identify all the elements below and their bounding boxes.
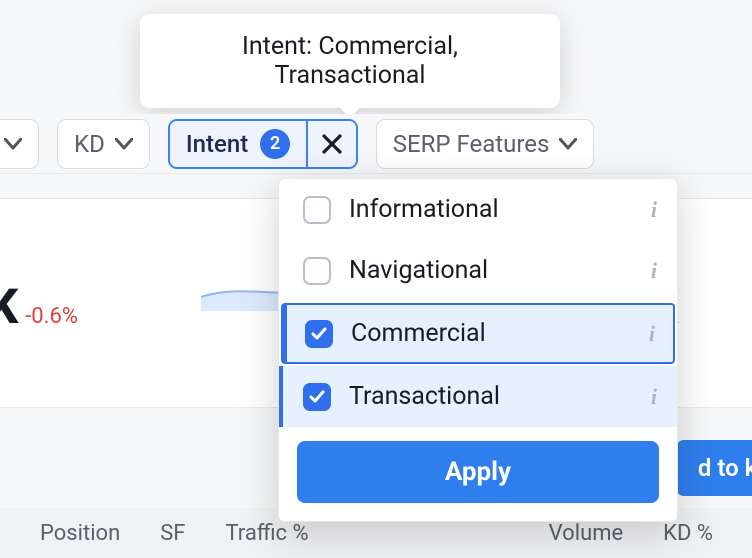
apply-button[interactable]: Apply	[297, 441, 659, 503]
traffic-value: 5.1K	[0, 278, 17, 335]
info-icon[interactable]: i	[651, 197, 657, 223]
traffic-label: c	[0, 239, 121, 272]
kd-filter-label: KD	[74, 130, 105, 158]
volume-filter-chip[interactable]: ume	[0, 119, 39, 169]
col-volume[interactable]: Volume	[549, 521, 624, 546]
checkbox-unchecked-icon[interactable]	[303, 257, 331, 285]
serp-filter-label: SERP Features	[393, 130, 550, 158]
option-label: Commercial	[351, 319, 486, 348]
chevron-down-icon	[559, 138, 577, 150]
col-position[interactable]: Position	[40, 521, 120, 546]
intent-count-badge: 2	[260, 129, 290, 159]
send-to-keyword-button[interactable]: d to ke	[676, 440, 752, 496]
checkbox-checked-icon[interactable]	[303, 383, 331, 411]
intent-option-navigational[interactable]: Navigational i	[279, 240, 677, 301]
intent-option-commercial[interactable]: Commercial i	[281, 303, 675, 364]
info-icon[interactable]: i	[649, 321, 655, 347]
intent-clear-button[interactable]	[308, 121, 356, 167]
close-icon	[322, 134, 342, 154]
intent-option-transactional[interactable]: Transactional i	[279, 366, 677, 427]
intent-filter-seg[interactable]: Intent 2	[170, 121, 306, 167]
option-label: Navigational	[349, 256, 488, 285]
intent-tooltip: Intent: Commercial, Transactional	[140, 14, 560, 108]
intent-filter-label: Intent	[186, 130, 248, 158]
intent-dropdown: Informational i Navigational i Commercia…	[278, 178, 678, 522]
option-label: Transactional	[349, 382, 500, 411]
chevron-down-icon	[4, 138, 22, 150]
tooltip-text: Intent: Commercial, Transactional	[242, 32, 458, 90]
info-icon[interactable]: i	[651, 258, 657, 284]
checkbox-checked-icon[interactable]	[305, 320, 333, 348]
intent-filter-chip[interactable]: Intent 2	[168, 119, 358, 169]
traffic-stat: c 5.1K -0.6%	[0, 239, 121, 407]
traffic-delta: -0.6%	[25, 304, 78, 329]
filter-bar: ume KD Intent 2 SERP Features	[0, 114, 752, 174]
serp-features-filter-chip[interactable]: SERP Features	[376, 119, 595, 169]
info-icon[interactable]: i	[651, 384, 657, 410]
col-traffic-pct[interactable]: Traffic %	[225, 521, 308, 546]
checkbox-unchecked-icon[interactable]	[303, 196, 331, 224]
col-sf[interactable]: SF	[160, 521, 185, 546]
kd-filter-chip[interactable]: KD	[57, 119, 150, 169]
intent-option-informational[interactable]: Informational i	[279, 179, 677, 240]
option-label: Informational	[349, 195, 499, 224]
chevron-down-icon	[115, 138, 133, 150]
col-kd-pct[interactable]: KD %	[663, 521, 713, 546]
